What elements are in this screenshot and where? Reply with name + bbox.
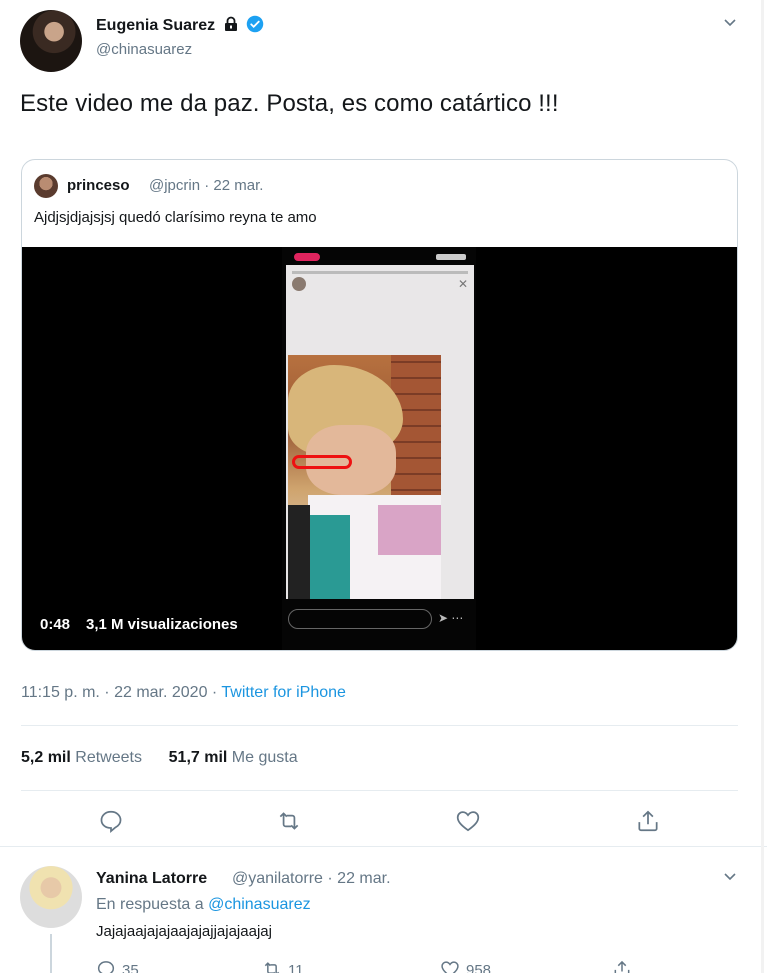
reply-likes-count: 958 [466,962,492,973]
send-icon: ➤ ⋯ [438,611,464,625]
retweets-stat[interactable]: 5,2 mil Retweets [21,749,142,766]
story-screen: ✕ [286,265,474,599]
retweets-label: Retweets [75,749,142,766]
tweet-text: Este video me da paz. Posta, es como cat… [20,90,559,117]
quoted-author-avatar [34,174,58,198]
reply-icon[interactable] [98,808,124,834]
story-progress [292,271,468,274]
shirt-pink-pattern [378,505,441,555]
scrollbar[interactable] [761,0,764,973]
story-reply-field [288,609,432,629]
author-handle[interactable]: @chinasuarez [96,41,192,58]
retweet-icon[interactable] [276,808,302,834]
retweet-icon [264,962,280,973]
likes-label: Me gusta [231,749,298,766]
author-name-row[interactable]: Eugenia Suarez [96,15,264,35]
tweet-stats: 5,2 mil Retweets 51,7 mil Me gusta [21,749,298,767]
reply-author-avatar[interactable] [20,866,82,928]
quoted-author-handle-date: @jpcrin · 22 mar. [149,177,264,194]
red-glasses [292,455,352,469]
chevron-down-icon[interactable] [722,14,738,30]
story-avatar [292,277,306,291]
share-icon[interactable] [635,808,661,834]
video-photo [288,355,441,599]
signal-icon [436,254,466,260]
verified-badge-icon [246,15,264,33]
lock-icon [223,16,239,32]
recording-indicator [294,253,320,261]
video-frame: ✕ ➤ ⋯ [282,247,476,650]
reply-retweets-count: 11 [288,962,304,973]
dark-shape [288,505,310,599]
thread-line [50,934,52,973]
share-icon [614,960,630,973]
likes-stat[interactable]: 51,7 mil Me gusta [169,749,298,766]
quoted-tweet[interactable]: princeso @jpcrin · 22 mar. Ajdjsjdjajsjs… [21,159,738,651]
retweets-count: 5,2 mil [21,749,71,766]
author-name[interactable]: Eugenia Suarez [96,17,215,34]
tweet-source-link[interactable]: Twitter for iPhone [221,684,346,701]
in-reply-to-link[interactable]: @chinasuarez [208,896,311,913]
quoted-tweet-text: Ajdjsjdjajsjsj quedó clarísimo reyna te … [34,209,317,226]
reply-share-action[interactable] [612,959,638,973]
shirt-teal-pattern [310,515,350,599]
tweet-meta: 11:15 p. m. · 22 mar. 2020 · Twitter for… [21,684,346,702]
video-duration: 0:48 [40,616,71,633]
video-player[interactable]: ✕ ➤ ⋯ 0:48 3,1 M visualizaciones [22,247,737,650]
tweet-timestamp[interactable]: 11:15 p. m. · 22 mar. 2020 · [21,684,221,701]
in-reply-prefix: En respuesta a [96,896,209,913]
in-reply-to: En respuesta a @chinasuarez [96,896,311,914]
reply-author-handle-date[interactable]: @yanilatorre · 22 mar. [232,870,391,888]
reply-retweet-action[interactable]: 11 [262,959,304,973]
reply-reply-action[interactable]: 35 [96,959,139,973]
chevron-down-icon[interactable] [722,868,738,884]
phone-status-bar [282,251,476,263]
like-icon [441,961,459,973]
close-icon: ✕ [457,277,468,291]
quoted-author-name: princeso [67,177,130,194]
video-views: 3,1 M visualizaciones [86,616,238,633]
likes-count: 51,7 mil [168,749,228,766]
divider [21,725,738,726]
reply-replies-count: 35 [122,962,139,973]
divider [21,790,738,791]
reply-like-action[interactable]: 958 [440,959,491,973]
reply-icon [97,961,115,973]
reply-text: Jajajaajajajaajajajjajajaajaj [96,923,272,940]
reply-author-name[interactable]: Yanina Latorre [96,870,207,888]
like-icon[interactable] [455,808,481,834]
author-avatar[interactable] [20,10,82,72]
section-divider [0,846,767,854]
